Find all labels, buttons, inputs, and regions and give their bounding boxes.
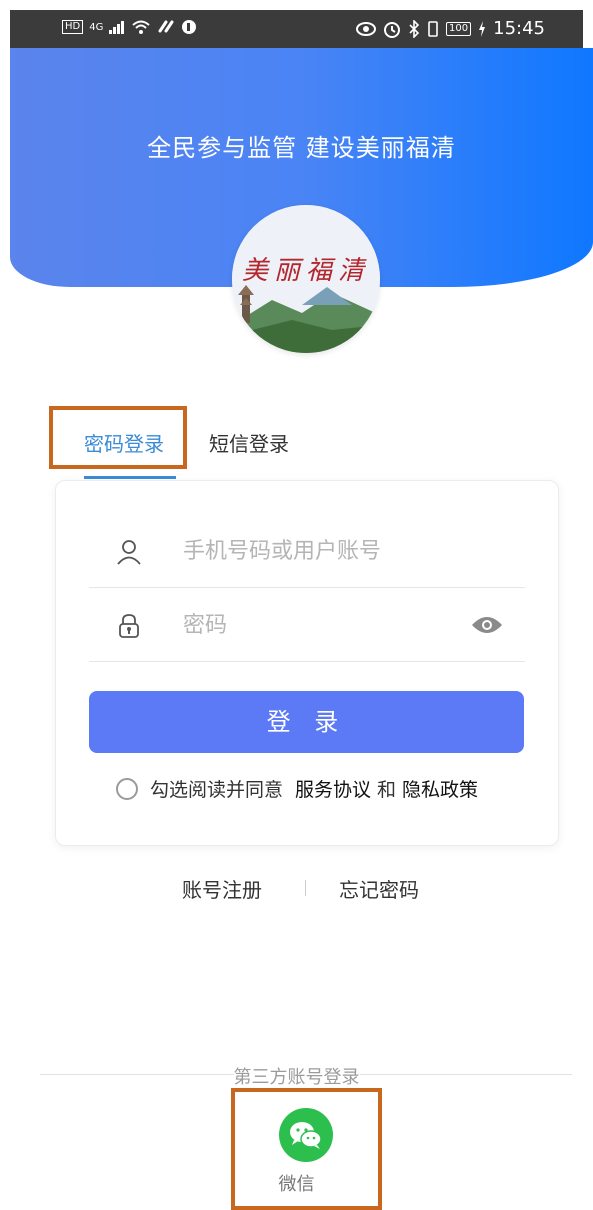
network-label: 4G bbox=[89, 21, 104, 33]
hd-badge: HD bbox=[62, 20, 84, 34]
password-field-row bbox=[89, 587, 525, 662]
third-party-title: 第三方账号登录 bbox=[233, 1067, 360, 1088]
active-tab-indicator bbox=[84, 476, 176, 479]
link-icon bbox=[158, 20, 174, 33]
battery-level: 100 bbox=[446, 21, 472, 36]
bluetooth-icon bbox=[409, 19, 420, 38]
wifi-icon bbox=[132, 20, 151, 34]
account-input[interactable] bbox=[181, 533, 465, 569]
signal-icon bbox=[109, 21, 125, 34]
forgot-password-link[interactable]: 忘记密码 bbox=[339, 874, 419, 903]
agree-text: 勾选阅读并同意 bbox=[150, 779, 284, 801]
highlight-box-tab bbox=[49, 406, 187, 469]
register-link[interactable]: 账号注册 bbox=[182, 874, 262, 903]
password-input[interactable] bbox=[181, 607, 465, 643]
user-icon bbox=[117, 540, 141, 565]
show-password-eye-icon[interactable] bbox=[471, 615, 503, 635]
clock: 15:45 bbox=[493, 18, 545, 39]
agreement-row: 勾选阅读并同意 服务协议 和 隐私政策 bbox=[116, 775, 484, 802]
login-card: 登 录 勾选阅读并同意 服务协议 和 隐私政策 bbox=[55, 480, 559, 846]
and-text: 和 bbox=[377, 779, 397, 801]
eye-icon bbox=[356, 21, 377, 36]
third-party-title-wrap: 第三方账号登录 bbox=[0, 1063, 593, 1089]
account-field-row bbox=[89, 513, 525, 588]
privacy-policy-link[interactable]: 隐私政策 bbox=[402, 775, 478, 802]
tab-sms-login[interactable]: 短信登录 bbox=[209, 428, 289, 457]
app-logo: 美丽福清 bbox=[232, 205, 380, 353]
status-bar: HD 4G 100 15:45 bbox=[10, 10, 583, 48]
highlight-box-wechat bbox=[231, 1088, 382, 1210]
aux-divider bbox=[305, 880, 306, 896]
lock-icon bbox=[119, 614, 139, 638]
agree-checkbox[interactable] bbox=[116, 777, 138, 800]
charging-icon bbox=[479, 20, 486, 37]
status-right: 100 15:45 bbox=[356, 18, 545, 39]
logo-text: 美丽福清 bbox=[241, 256, 370, 286]
app-indicator-icon bbox=[182, 20, 197, 34]
vibrate-icon bbox=[428, 20, 438, 37]
service-agreement-link[interactable]: 服务协议 bbox=[295, 775, 371, 802]
login-button[interactable]: 登 录 bbox=[89, 691, 524, 753]
alarm-icon bbox=[384, 21, 401, 38]
status-left: HD 4G bbox=[62, 19, 197, 35]
slogan: 全民参与监管 建设美丽福清 bbox=[147, 134, 456, 162]
